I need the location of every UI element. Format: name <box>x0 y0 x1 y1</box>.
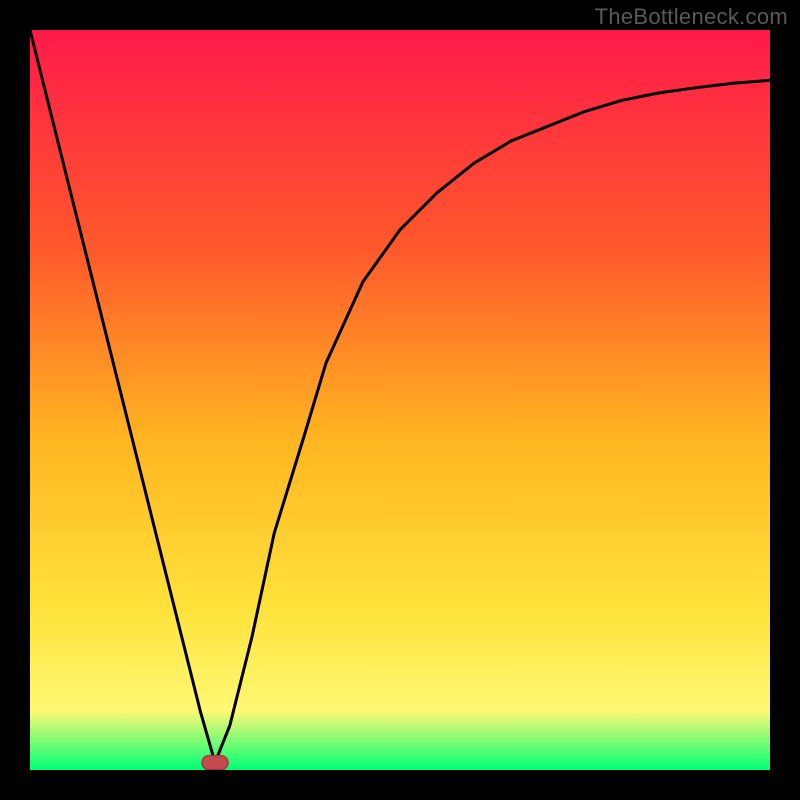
watermark-text: TheBottleneck.com <box>595 4 788 30</box>
optimum-marker <box>202 756 228 770</box>
gradient-background <box>30 30 770 770</box>
plot-svg <box>30 30 770 770</box>
chart-frame: TheBottleneck.com <box>0 0 800 800</box>
plot-area <box>30 30 770 770</box>
